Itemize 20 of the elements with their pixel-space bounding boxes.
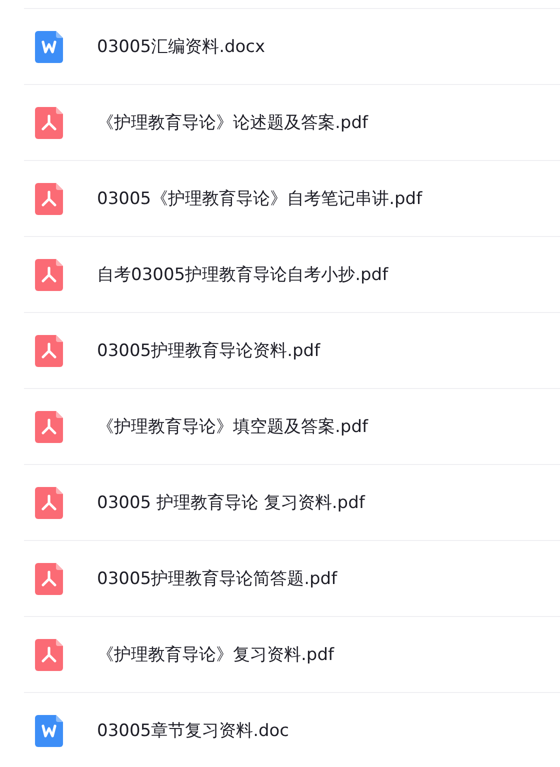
pdf-document-icon: [35, 410, 63, 442]
pdf-document-icon: [35, 486, 63, 518]
file-name[interactable]: 《护理教育导论》论述题及答案.pdf: [97, 111, 368, 134]
word-document-icon: [35, 30, 63, 62]
file-name[interactable]: 03005护理教育导论简答题.pdf: [97, 567, 338, 590]
pdf-document-icon: [35, 106, 63, 138]
pdf-document-icon: [35, 334, 63, 366]
pdf-document-icon: [35, 258, 63, 290]
file-name[interactable]: 03005章节复习资料.doc: [97, 719, 290, 742]
file-name[interactable]: 《护理教育导论》填空题及答案.pdf: [97, 415, 368, 438]
pdf-document-icon: [35, 562, 63, 594]
file-name[interactable]: 03005 护理教育导论 复习资料.pdf: [97, 491, 365, 514]
file-name[interactable]: 03005汇编资料.docx: [97, 35, 266, 58]
file-name[interactable]: 03005护理教育导论资料.pdf: [97, 339, 320, 362]
pdf-document-icon: [35, 638, 63, 670]
pdf-document-icon: [35, 182, 63, 214]
word-document-icon: [35, 714, 63, 746]
file-name[interactable]: 03005《护理教育导论》自考笔记串讲.pdf: [97, 187, 422, 210]
file-name[interactable]: 自考03005护理教育导论自考小抄.pdf: [97, 263, 388, 286]
file-name[interactable]: 《护理教育导论》复习资料.pdf: [97, 643, 334, 666]
